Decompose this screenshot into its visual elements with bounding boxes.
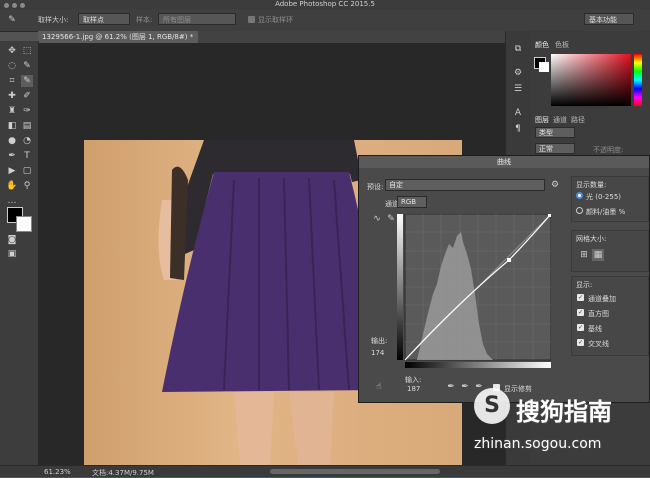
- history-brush-tool-icon[interactable]: ✑: [21, 105, 33, 117]
- sample-select[interactable]: 所有图层: [158, 13, 236, 25]
- eyedropper-tool-icon[interactable]: ✎: [21, 75, 33, 87]
- tab-swatches[interactable]: 色板: [555, 40, 569, 50]
- show-label: 显示:: [576, 281, 593, 289]
- display-amount-label: 显示数量:: [576, 181, 607, 189]
- channel-overlays-checkbox[interactable]: ✓: [577, 294, 584, 301]
- tab-paths[interactable]: 路径: [571, 115, 585, 125]
- adjustments-panel-icon[interactable]: ⚙: [512, 67, 524, 79]
- sample-size-select[interactable]: 取样点: [78, 13, 130, 25]
- tools-panel: ✥ ⬚ ◌ ✎ ⌗ ✎ ✚ ✐ ♜ ✑ ◧ ▤ ● ◔ ✒ T ▶ ▢ ✋ ⚲ …: [0, 41, 39, 465]
- horizontal-scrollbar[interactable]: [270, 469, 440, 474]
- zoom-tool-icon[interactable]: ⚲: [21, 180, 33, 192]
- grid-size-label: 网格大小:: [576, 235, 607, 243]
- curve-pencil-mode-icon[interactable]: ✎: [385, 213, 397, 225]
- quick-mask-icon[interactable]: ◙: [6, 234, 18, 246]
- sogou-watermark: S 搜狗指南 zhinan.sogou.com: [470, 388, 650, 468]
- screen-mode-icon[interactable]: ▣: [6, 248, 18, 260]
- document-tab-label: 1329566-1.jpg @ 61.2% (图层 1, RGB/8#) *: [42, 33, 194, 41]
- zoom-readout[interactable]: 61.23%: [44, 468, 71, 476]
- blur-tool-icon[interactable]: ●: [6, 135, 18, 147]
- opacity-label: 不透明度:: [593, 146, 624, 154]
- dodge-tool-icon[interactable]: ◔: [21, 135, 33, 147]
- baseline-label: 基线: [588, 325, 602, 333]
- watermark-url: zhinan.sogou.com: [474, 436, 602, 452]
- document-tab[interactable]: 1329566-1.jpg @ 61.2% (图层 1, RGB/8#) *: [38, 31, 198, 43]
- lasso-tool-icon[interactable]: ◌: [6, 60, 18, 72]
- curve-control-point[interactable]: [507, 258, 511, 262]
- detailed-grid-icon[interactable]: ▦: [592, 249, 604, 261]
- light-radio[interactable]: [576, 192, 583, 199]
- sogou-logo-icon: S: [474, 388, 510, 424]
- rectangle-tool-icon[interactable]: ▢: [21, 165, 33, 177]
- curves-graph[interactable]: [397, 214, 551, 368]
- intersection-line-label: 交叉线: [588, 340, 609, 348]
- preset-options-gear-icon[interactable]: ⚙: [549, 179, 561, 191]
- intersection-line-checkbox[interactable]: ✓: [577, 339, 584, 346]
- brush-tool-icon[interactable]: ✐: [21, 90, 33, 102]
- sample-size-label: 取样大小:: [38, 16, 69, 24]
- sample-label: 样本:: [136, 16, 153, 24]
- history-panel-icon[interactable]: ⧉: [512, 43, 524, 55]
- hand-tool-icon[interactable]: ✋: [6, 180, 18, 192]
- eraser-tool-icon[interactable]: ◧: [6, 120, 18, 132]
- input-value[interactable]: 187: [407, 385, 420, 393]
- eyedropper-tool-preset-icon[interactable]: ✎: [6, 14, 18, 26]
- channel-overlays-label: 通道叠加: [588, 295, 616, 303]
- grid-size-group: 网格大小: ⊞ ▦: [571, 230, 649, 272]
- histogram-checkbox[interactable]: ✓: [577, 309, 584, 316]
- color-picker-field[interactable]: [551, 54, 631, 106]
- options-bar: ✎ 取样大小: 取样点 样本: 所有图层 显示取样环 基本功能: [0, 9, 650, 32]
- target-adjustment-icon[interactable]: ☝: [373, 381, 385, 393]
- preset-select[interactable]: 自定: [385, 179, 545, 191]
- quick-selection-tool-icon[interactable]: ✎: [21, 60, 33, 72]
- channel-select[interactable]: RGB: [397, 196, 427, 208]
- watermark-text: 搜狗指南: [516, 398, 612, 426]
- display-amount-group: 显示数量: 光 (0-255) 颜料/油墨 %: [571, 176, 649, 222]
- baseline-checkbox[interactable]: ✓: [577, 324, 584, 331]
- black-point-eyedropper-icon[interactable]: ✒: [445, 381, 457, 393]
- background-color-swatch[interactable]: [16, 216, 32, 232]
- pigment-radio[interactable]: [576, 207, 583, 214]
- gradient-tool-icon[interactable]: ▤: [21, 120, 33, 132]
- blend-mode-select[interactable]: 正常: [535, 143, 575, 154]
- panel-background-swatch[interactable]: [539, 62, 549, 72]
- tab-color[interactable]: 颜色: [535, 40, 549, 50]
- app-title: Adobe Photoshop CC 2015.5: [275, 0, 375, 8]
- curves-dialog-title: 曲线: [359, 156, 649, 168]
- layer-kind-filter[interactable]: 类型: [535, 127, 575, 138]
- histogram-label: 直方图: [588, 310, 609, 318]
- curve-point-mode-icon[interactable]: ∿: [371, 213, 383, 225]
- pen-tool-icon[interactable]: ✒: [6, 150, 18, 162]
- character-panel-icon[interactable]: A: [512, 107, 524, 119]
- clone-stamp-tool-icon[interactable]: ♜: [6, 105, 18, 117]
- healing-brush-tool-icon[interactable]: ✚: [6, 90, 18, 102]
- output-label: 输出:: [371, 337, 388, 345]
- light-option-label: 光 (0-255): [586, 193, 622, 201]
- show-sampling-ring-checkbox[interactable]: [248, 16, 255, 23]
- workspace-select[interactable]: 基本功能: [584, 13, 634, 25]
- title-bar: Adobe Photoshop CC 2015.5: [0, 0, 650, 9]
- type-tool-icon[interactable]: T: [21, 150, 33, 162]
- curves-dialog: 曲线 预设: 自定 ⚙ 通道: RGB ∿ ✎ 输出: 174 输入: 187 …: [358, 155, 650, 403]
- move-tool-icon[interactable]: ✥: [6, 45, 18, 57]
- marquee-tool-icon[interactable]: ⬚: [21, 45, 33, 57]
- paragraph-panel-icon[interactable]: ¶: [512, 123, 524, 135]
- output-value[interactable]: 174: [371, 349, 384, 357]
- curve-endpoint[interactable]: [548, 214, 551, 217]
- preset-label: 预设:: [367, 183, 384, 191]
- document-info[interactable]: 文档:4.37M/9.75M: [92, 468, 154, 478]
- tab-channels[interactable]: 通道: [553, 115, 567, 125]
- hue-slider[interactable]: [634, 54, 642, 106]
- crop-tool-icon[interactable]: ⌗: [6, 75, 18, 87]
- simple-grid-icon[interactable]: ⊞: [578, 249, 590, 261]
- tab-layers[interactable]: 图层: [535, 115, 549, 125]
- path-selection-tool-icon[interactable]: ▶: [6, 165, 18, 177]
- show-sampling-ring-label: 显示取样环: [258, 16, 293, 24]
- properties-panel-icon[interactable]: ☰: [512, 83, 524, 95]
- input-label: 输入:: [405, 376, 422, 384]
- show-options-group: 显示: ✓ 通道叠加 ✓ 直方图 ✓ 基线 ✓ 交叉线: [571, 276, 649, 356]
- more-tools-icon[interactable]: …: [6, 195, 18, 207]
- pigment-option-label: 颜料/油墨 %: [586, 208, 626, 216]
